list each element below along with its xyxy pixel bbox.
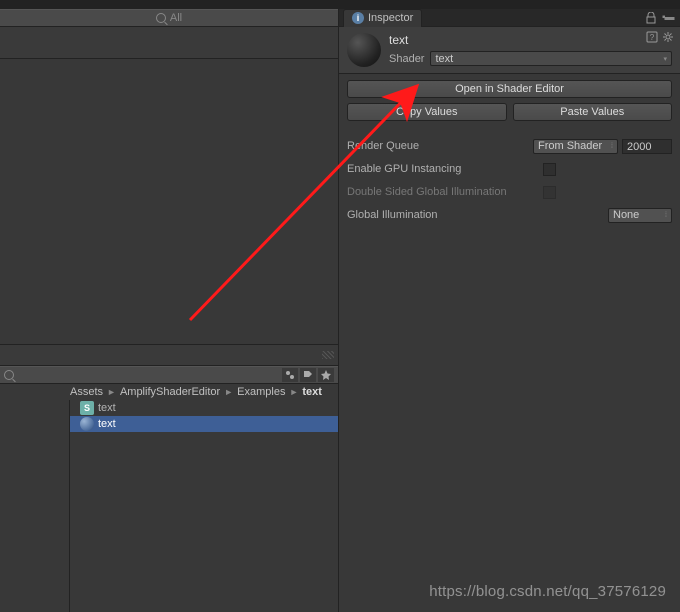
render-queue-label: Render Queue [347, 140, 527, 152]
scene-view[interactable] [0, 59, 338, 344]
material-file-icon [80, 417, 94, 431]
filter-by-type-icon[interactable] [282, 368, 298, 382]
info-icon: i [352, 12, 364, 24]
scene-statusbar [0, 344, 338, 366]
breadcrumb-item[interactable]: Examples [237, 386, 285, 398]
button-label: Paste Values [560, 106, 624, 118]
gear-icon[interactable] [662, 31, 674, 43]
copy-values-button[interactable]: Copy Values [347, 103, 507, 121]
button-label: Open in Shader Editor [455, 83, 564, 95]
gpu-instancing-label: Enable GPU Instancing [347, 163, 527, 175]
help-icon[interactable]: ? [646, 31, 658, 43]
shader-label: Shader [389, 53, 424, 65]
paste-values-button[interactable]: Paste Values [513, 103, 673, 121]
breadcrumb-item[interactable]: text [302, 386, 322, 398]
project-asset-list[interactable]: S text text [70, 400, 338, 612]
chevron-down-icon: ▾ [663, 55, 667, 63]
project-search-input[interactable] [4, 370, 278, 380]
global-illumination-dropdown[interactable]: None ⁞ [608, 208, 672, 223]
global-illumination-label: Global Illumination [347, 209, 527, 221]
shader-dropdown-value: text [435, 53, 453, 65]
hierarchy-search-input[interactable]: All [156, 12, 182, 24]
project-panel: Assets ► AmplifyShaderEditor ► Examples … [0, 366, 338, 612]
breadcrumb[interactable]: Assets ► AmplifyShaderEditor ► Examples … [0, 384, 338, 400]
shader-file-icon: S [80, 401, 94, 415]
render-queue-field[interactable]: 2000 [622, 139, 672, 154]
gpu-instancing-checkbox[interactable] [543, 163, 556, 176]
material-preview-icon[interactable] [347, 33, 381, 67]
lock-icon[interactable] [646, 12, 658, 24]
hierarchy-panel: All [0, 9, 338, 59]
hierarchy-search-placeholder: All [170, 12, 182, 24]
chevron-updown-icon: ⁞ [611, 143, 613, 150]
list-item-label: text [98, 402, 116, 414]
tab-inspector[interactable]: i Inspector [343, 9, 422, 27]
chevron-right-icon: ► [224, 387, 233, 397]
list-item-label: text [98, 418, 116, 430]
search-icon [4, 370, 14, 380]
chevron-right-icon: ► [289, 387, 298, 397]
search-icon [156, 13, 166, 23]
svg-text:?: ? [650, 33, 655, 42]
breadcrumb-item[interactable]: AmplifyShaderEditor [120, 386, 220, 398]
chevron-updown-icon: ⁞ [665, 212, 667, 219]
dsgi-label: Double Sided Global Illumination [347, 186, 527, 198]
list-item[interactable]: text [70, 416, 338, 432]
resize-handle-icon[interactable] [322, 351, 334, 359]
context-menu-icon[interactable]: ▪▬ [662, 12, 674, 24]
dsgi-checkbox [543, 186, 556, 199]
material-header: text Shader text ▾ ? [339, 27, 680, 74]
dropdown-value: From Shader [538, 140, 602, 152]
dropdown-value: None [613, 209, 639, 221]
filter-by-label-icon[interactable] [300, 368, 316, 382]
favorite-icon[interactable] [318, 368, 334, 382]
button-label: Copy Values [396, 106, 458, 118]
tab-label: Inspector [368, 12, 413, 24]
breadcrumb-item[interactable]: Assets [70, 386, 103, 398]
shader-dropdown[interactable]: text ▾ [430, 51, 672, 66]
field-value: 2000 [627, 141, 651, 153]
material-name: text [389, 33, 672, 47]
watermark: https://blog.csdn.net/qq_37576129 [429, 583, 666, 600]
render-queue-dropdown[interactable]: From Shader ⁞ [533, 139, 618, 154]
project-folder-tree[interactable] [0, 400, 70, 612]
list-item[interactable]: S text [70, 400, 338, 416]
chevron-right-icon: ► [107, 387, 116, 397]
open-in-shader-editor-button[interactable]: Open in Shader Editor [347, 80, 672, 98]
